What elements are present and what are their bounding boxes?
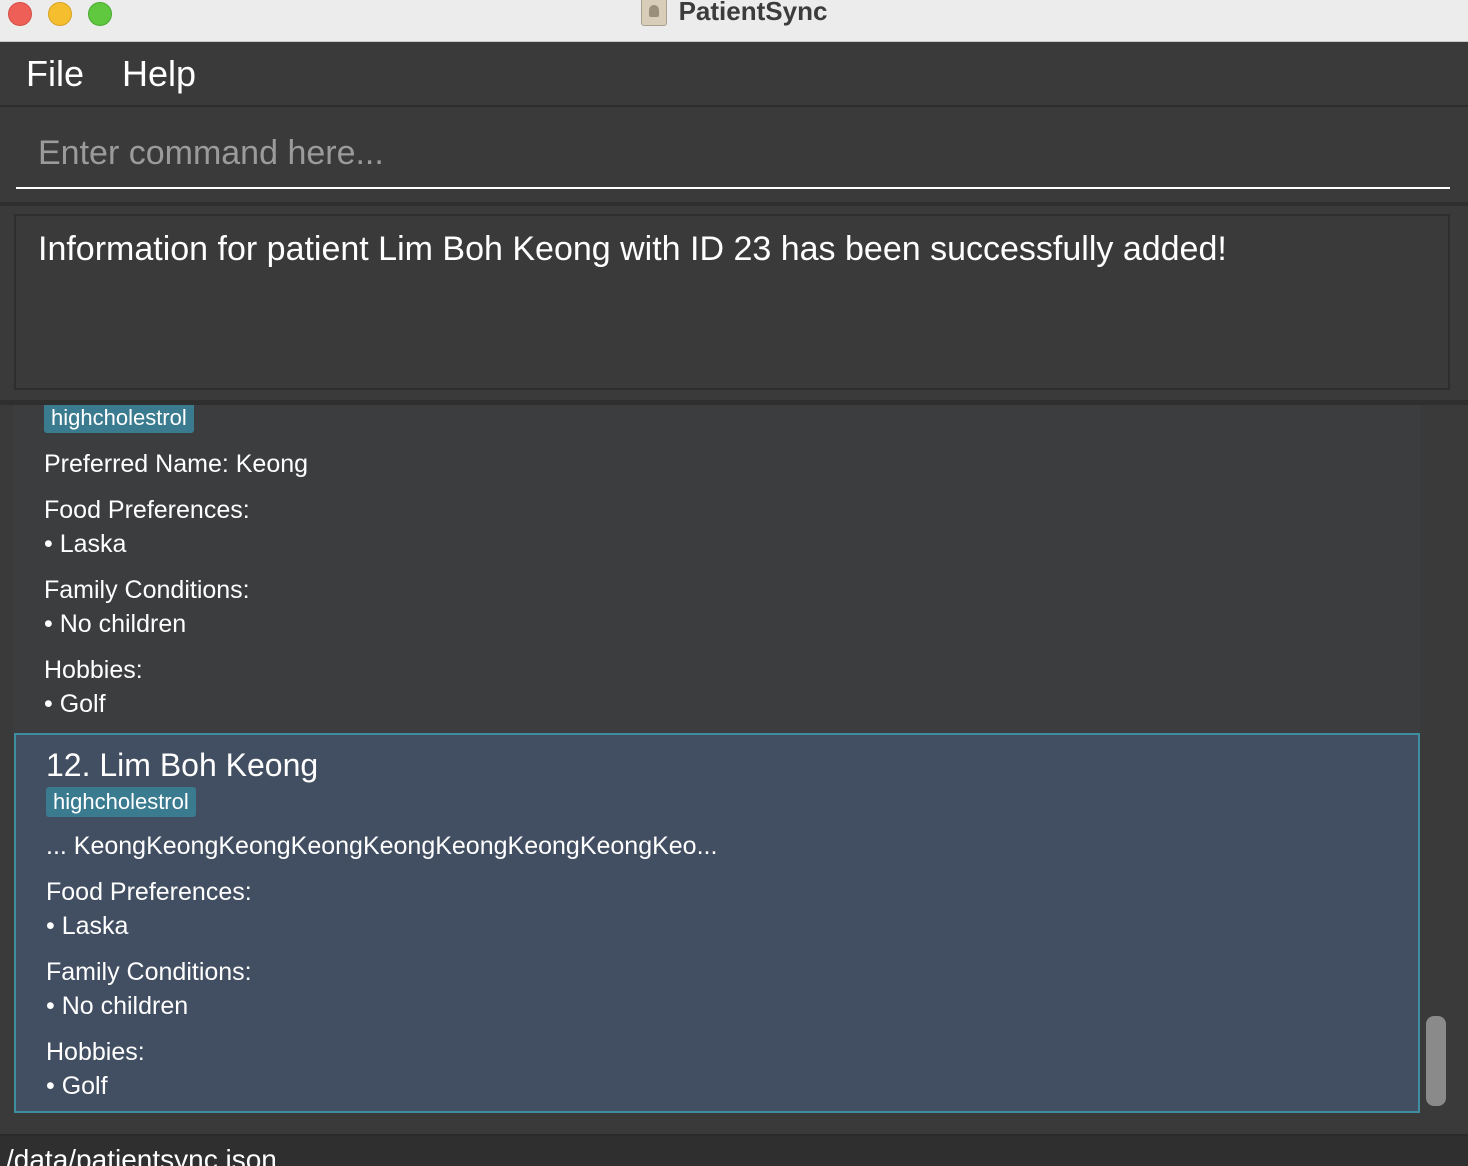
food-preferences-label: Food Preferences: (44, 496, 250, 524)
family-conditions-label: Family Conditions: (46, 958, 252, 986)
window-title-group: PatientSync (0, 0, 1468, 27)
patient-name: 12. Lim Boh Keong (46, 747, 319, 783)
status-bar: /data/patientsync.json (0, 1134, 1468, 1166)
hobby-item: • Golf (46, 1072, 108, 1100)
food-preference-item: • Laska (44, 530, 127, 558)
patient-tag: highcholestrol (46, 787, 196, 817)
food-preferences-label: Food Preferences: (46, 878, 252, 906)
hobby-item: • Golf (44, 690, 106, 718)
title-bar: PatientSync (0, 0, 1468, 42)
food-preference-item: • Laska (46, 912, 129, 940)
tag-container: highcholestrol (44, 405, 194, 433)
divider (0, 202, 1468, 206)
data-file-path: /data/patientsync.json (6, 1144, 277, 1166)
family-condition-item: • No children (46, 992, 189, 1020)
command-box (0, 109, 1468, 202)
window-title: PatientSync (678, 0, 828, 26)
patient-tag: highcholestrol (44, 405, 194, 433)
patient-card[interactable]: highcholestrol Preferred Name: Keong Foo… (14, 405, 1420, 732)
patient-list[interactable]: highcholestrol Preferred Name: Keong Foo… (0, 405, 1468, 1133)
command-input[interactable] (16, 119, 1450, 189)
app-contact-icon (640, 0, 667, 26)
menu-help[interactable]: Help (122, 53, 196, 95)
result-message: Information for patient Lim Boh Keong wi… (38, 230, 1227, 268)
menu-file[interactable]: File (26, 53, 84, 95)
family-condition-item: • No children (44, 610, 187, 638)
result-display[interactable]: Information for patient Lim Boh Keong wi… (14, 214, 1450, 390)
tag-container: highcholestrol (46, 787, 196, 817)
family-conditions-label: Family Conditions: (44, 576, 250, 604)
list-scrollbar-thumb[interactable] (1426, 1016, 1446, 1106)
patient-card-selected[interactable]: 12. Lim Boh Keong highcholestrol ... Keo… (14, 733, 1420, 1113)
hobbies-label: Hobbies: (44, 656, 143, 684)
menu-bar: File Help (0, 43, 1468, 107)
hobbies-label: Hobbies: (46, 1038, 145, 1066)
preferred-name: ... KeongKeongKeongKeongKeongKeongKeongK… (46, 832, 718, 860)
preferred-name: Preferred Name: Keong (44, 450, 309, 478)
